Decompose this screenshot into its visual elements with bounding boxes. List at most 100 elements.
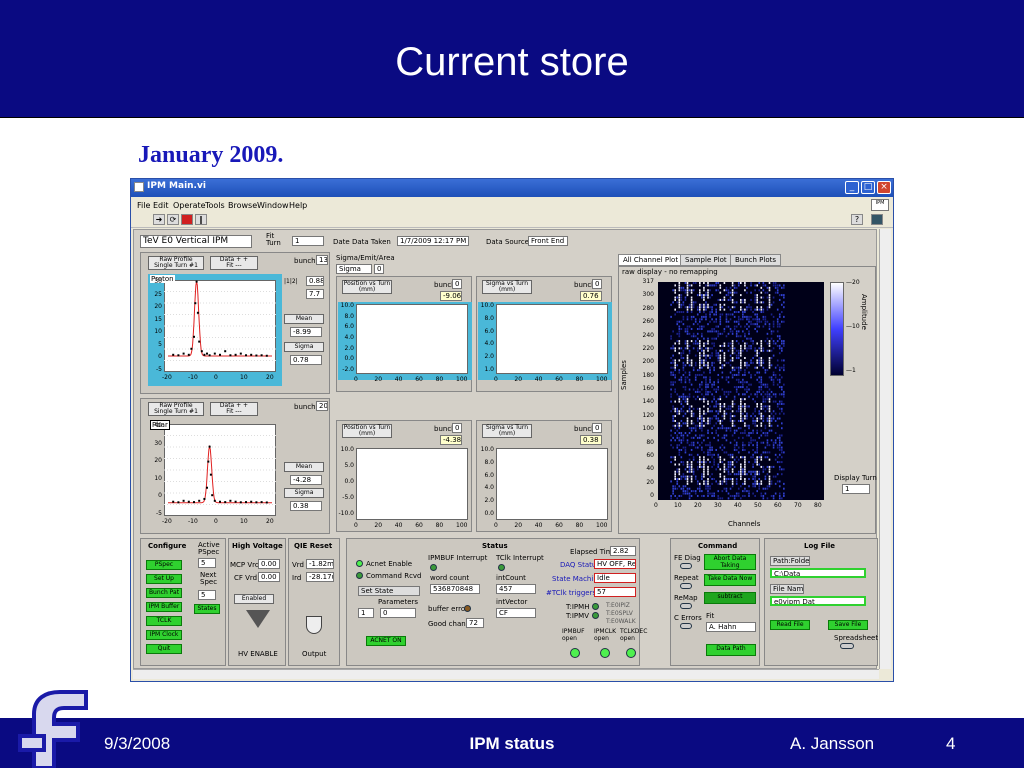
heatmap-cell — [731, 347, 734, 350]
quit-button[interactable]: Quit — [146, 644, 182, 654]
help-icon[interactable]: ? — [851, 214, 863, 225]
bunch-pat-button[interactable]: Bunch Pat — [146, 588, 182, 598]
menu-file[interactable]: File — [137, 201, 150, 210]
param-a[interactable]: 1 — [358, 608, 374, 618]
heatmap-cell — [699, 359, 701, 362]
heatmap-cell — [750, 344, 752, 347]
heatmap-cell — [688, 349, 691, 352]
heatmap-cell — [772, 393, 775, 396]
tab-all-channel-plot[interactable]: All Channel Plot — [618, 254, 684, 266]
heatmap-cell — [688, 284, 691, 287]
heatmap-cell — [672, 354, 674, 357]
heatmap-cell — [748, 441, 750, 444]
ipm-buffer-button[interactable]: IPM Buffer — [146, 602, 182, 612]
lower-pos-bunch-input[interactable]: 0 — [452, 423, 462, 433]
heatmap-cell — [737, 410, 740, 413]
path-folder-field[interactable]: C:\Data — [770, 568, 866, 578]
pause-icon[interactable]: ‖ — [195, 214, 207, 225]
ipm-clock-button[interactable]: IPM Clock — [146, 630, 182, 640]
tclk-button[interactable]: TCLK — [146, 616, 182, 626]
heatmap-cell — [756, 390, 758, 393]
heatmap-cell — [715, 284, 717, 287]
heatmap-cell — [694, 390, 697, 393]
vertical-scrollbar[interactable] — [879, 229, 891, 669]
hv-switch-icon[interactable] — [246, 610, 270, 628]
tab-bunch-plots[interactable]: Bunch Plots — [730, 254, 782, 266]
maximize-icon[interactable]: □ — [861, 181, 875, 194]
heatmap-cell — [729, 296, 732, 299]
y-tick-label: 200 — [642, 358, 654, 366]
heatmap-cell — [670, 444, 672, 447]
repeat-toggle[interactable] — [680, 583, 692, 589]
abort-data-taking-button[interactable]: Abort Data Taking — [704, 554, 756, 570]
menu-tools[interactable]: Tools — [205, 201, 225, 210]
heatmap-cell — [754, 354, 756, 357]
display-turn-input[interactable]: 1 — [842, 484, 870, 494]
heatmap-cell — [723, 352, 726, 355]
menu-browse[interactable]: Browse — [228, 201, 257, 210]
heatmap-cell — [705, 383, 707, 386]
remap-toggle[interactable] — [680, 603, 692, 609]
minimize-icon[interactable]: _ — [845, 181, 859, 194]
heatmap-cell — [781, 311, 783, 314]
data-path-button[interactable]: Data Path — [706, 644, 756, 656]
subtract-button[interactable]: subtract — [704, 592, 756, 604]
menu-edit[interactable]: Edit — [153, 201, 169, 210]
heatmap-cell — [737, 318, 740, 321]
heatmap-cell — [731, 344, 734, 347]
lower-raw-profile-button[interactable]: Raw Profile Single Turn #1 — [148, 402, 204, 416]
heatmap-cell — [682, 398, 685, 401]
heatmap-cell — [686, 470, 689, 473]
run-arrow-icon[interactable]: ➜ — [153, 214, 165, 225]
take-data-now-button[interactable]: Take Data Now — [704, 574, 756, 586]
heatmap-cell — [758, 376, 761, 379]
heatmap-cell — [727, 393, 730, 396]
fit-user-field[interactable]: A. Hahn — [706, 622, 756, 632]
pspec-button[interactable]: PSpec — [146, 560, 182, 570]
menu-window[interactable]: Window — [257, 201, 289, 210]
heatmap-cell — [762, 398, 765, 401]
heatmap-cell — [703, 419, 705, 422]
upper-sigma-title: Sigma vs Turn (mm) — [482, 280, 532, 294]
heatmap-cell — [717, 289, 720, 292]
heatmap-cell — [717, 378, 720, 381]
window-titlebar[interactable]: IPM Main.vi _ □ × — [131, 179, 893, 197]
save-file-button[interactable]: Save File — [828, 620, 868, 630]
states-button[interactable]: States — [194, 604, 220, 614]
upper-scale-b[interactable]: 7.7 — [306, 289, 324, 299]
lower-sig-bunch-input[interactable]: 0 — [592, 423, 602, 433]
tab-sample-plot[interactable]: Sample Plot — [680, 254, 732, 266]
heatmap-cell — [781, 286, 783, 289]
param-b[interactable]: 0 — [380, 608, 416, 618]
heatmap-cell — [735, 286, 738, 289]
upper-pos-bunch-input[interactable]: 0 — [452, 279, 462, 289]
fe-diag-toggle[interactable] — [680, 563, 692, 569]
sigma-emit-select[interactable]: Sigma — [336, 264, 372, 274]
upper-raw-profile-button[interactable]: Raw Profile Single Turn #1 — [148, 256, 204, 270]
fit-turn-input[interactable]: 1 — [292, 236, 324, 246]
heatmap-cell — [719, 419, 722, 422]
next-spec-value[interactable]: 5 — [198, 590, 216, 600]
acnet-on-button[interactable]: ACNET ON — [366, 636, 406, 646]
horizontal-scrollbar[interactable] — [133, 669, 879, 679]
data-source-field[interactable]: Front End — [528, 236, 568, 246]
spreadsheet-toggle[interactable] — [840, 643, 854, 649]
upper-bunch-input[interactable]: 13 — [316, 255, 328, 265]
c-errors-toggle[interactable] — [680, 623, 692, 629]
abort-icon[interactable] — [181, 214, 193, 225]
close-icon[interactable]: × — [877, 181, 891, 194]
file-name-field[interactable]: e0vipm Dat — [770, 596, 866, 606]
heatmap-cell — [699, 303, 701, 306]
y-tick-label: 260 — [642, 318, 654, 326]
upper-scale-a[interactable]: 0.88 — [306, 276, 324, 286]
read-file-button[interactable]: Read File — [770, 620, 810, 630]
set-state-field[interactable]: Set State — [358, 586, 420, 596]
upper-sig-bunch-input[interactable]: 0 — [592, 279, 602, 289]
heatmap-cell — [692, 490, 695, 493]
run-continuous-icon[interactable]: ⟳ — [167, 214, 179, 225]
output-flask-icon[interactable] — [306, 616, 322, 634]
lower-bunch-input[interactable]: 20 — [316, 401, 328, 411]
menu-operate[interactable]: Operate — [173, 201, 206, 210]
set-up-button[interactable]: Set Up — [146, 574, 182, 584]
menu-help[interactable]: Help — [289, 201, 307, 210]
